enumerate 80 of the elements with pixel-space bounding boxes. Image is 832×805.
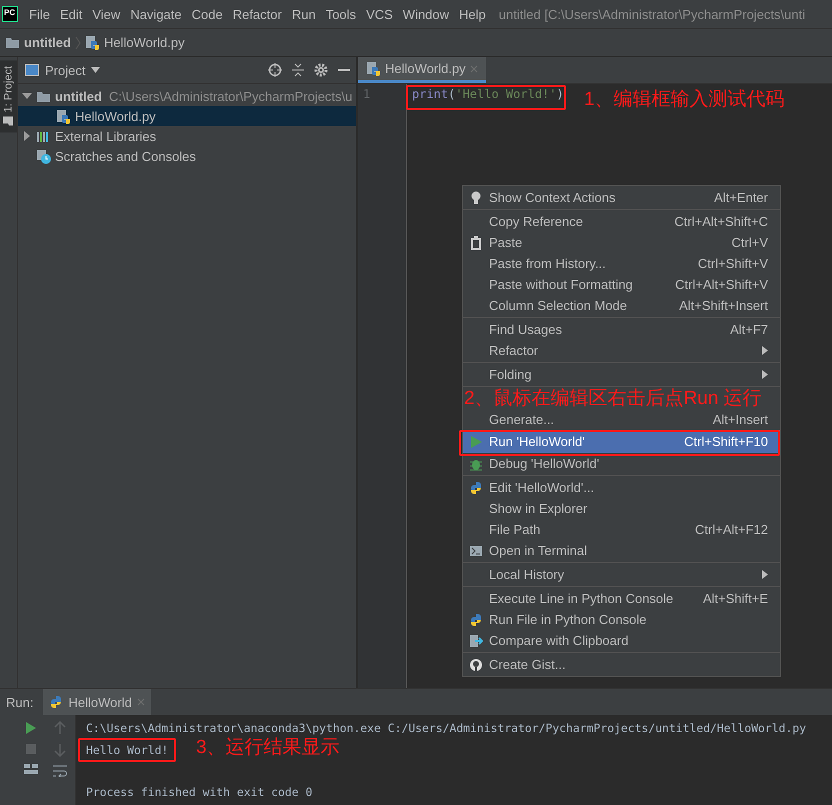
- menu-item[interactable]: Navigate: [125, 6, 187, 22]
- submenu-arrow-icon: [762, 570, 768, 579]
- layout-icon[interactable]: [24, 763, 38, 775]
- lightbulb-icon: [469, 190, 483, 204]
- scratches-icon: [36, 148, 51, 164]
- settings-icon[interactable]: [314, 63, 328, 77]
- python-icon: [469, 612, 483, 626]
- annotation: 1、编辑框输入测试代码: [584, 88, 785, 112]
- python-icon: [469, 480, 483, 494]
- python-file-icon: [56, 108, 71, 124]
- menu-item[interactable]: Paste from History... Ctrl+Shift+V: [463, 253, 780, 274]
- folder-icon: [4, 116, 14, 126]
- code-line[interactable]: print('Hello World!'): [412, 87, 564, 104]
- menu-item[interactable]: Run File in Python Console: [463, 609, 780, 630]
- menu-item[interactable]: Folding: [463, 364, 780, 385]
- console-line: C:\Users\Administrator\anaconda3\python.exe C:/Users/Administrator/PycharmProjects/untitled/HelloWorld.py: [86, 720, 806, 737]
- menu-item[interactable]: Find Usages Alt+F7: [463, 319, 780, 340]
- menu-item[interactable]: Run 'HelloWorld' Ctrl+Shift+F10: [463, 430, 780, 453]
- tree-row[interactable]: Scratches and Consoles: [18, 146, 356, 166]
- python-file-icon: [366, 61, 381, 76]
- annotation: 3、运行结果显示: [196, 736, 340, 760]
- menu-item[interactable]: VCS: [361, 6, 398, 22]
- menu-item[interactable]: Refactor: [228, 6, 287, 22]
- menu-item[interactable]: Paste Ctrl+V: [463, 232, 780, 253]
- menu-item[interactable]: Edit 'HelloWorld'...: [463, 477, 780, 498]
- python-icon: [49, 695, 64, 709]
- tool-window-tab[interactable]: 1: Project: [0, 60, 17, 132]
- menu-item[interactable]: Copy Reference Ctrl+Alt+Shift+C: [463, 211, 780, 232]
- menu-item[interactable]: Generate... Alt+Insert: [463, 409, 780, 430]
- python-file-icon: [84, 35, 100, 50]
- menu-item[interactable]: Execute Line in Python Console Alt+Shift+E: [463, 588, 780, 609]
- collapsed-arrow-icon[interactable]: [22, 131, 32, 141]
- app-logo[interactable]: PC: [2, 6, 18, 22]
- editor-tab[interactable]: HelloWorld.py: [358, 57, 486, 83]
- menu-item[interactable]: View: [87, 6, 126, 22]
- clipboard-icon: [469, 236, 483, 250]
- menu-item[interactable]: Window: [398, 6, 454, 22]
- menu-item[interactable]: Show Context Actions Alt+Enter: [463, 187, 780, 208]
- menu-item[interactable]: File: [24, 6, 55, 22]
- menu-item[interactable]: Refactor: [463, 340, 780, 361]
- annotation: 2、鼠标在编辑区右击后点Run 运行: [464, 389, 762, 409]
- run-tab[interactable]: HelloWorld: [43, 689, 151, 715]
- tree-row[interactable]: External Libraries: [18, 126, 356, 146]
- menu-item[interactable]: Local History: [463, 564, 780, 585]
- folder-icon: [5, 35, 20, 50]
- menu-item[interactable]: Open in Terminal: [463, 540, 780, 561]
- run-icon: [469, 434, 483, 448]
- crosshair-icon[interactable]: [268, 63, 282, 77]
- tree-row[interactable]: HelloWorld.py: [18, 106, 356, 126]
- chevron-icon: [74, 36, 81, 50]
- menu-item[interactable]: Tools: [320, 6, 362, 22]
- menu-item[interactable]: Code: [186, 6, 228, 22]
- compare-icon: [469, 634, 483, 648]
- menu-item[interactable]: Column Selection Mode Alt+Shift+Insert: [463, 295, 780, 316]
- menu-item[interactable]: Paste without Formatting Ctrl+Alt+Shift+V: [463, 274, 780, 295]
- terminal-icon: [469, 544, 483, 558]
- panel-title[interactable]: Project: [45, 62, 86, 78]
- submenu-arrow-icon: [762, 370, 768, 379]
- console-line: Process finished with exit code 0: [86, 784, 312, 801]
- breadcrumb-item[interactable]: untitled: [24, 35, 71, 50]
- window-title: untitled [C:\Users\Administrator\PycharmProjects\unti: [498, 6, 806, 22]
- menu-item[interactable]: Run: [286, 6, 321, 22]
- breadcrumb-item[interactable]: HelloWorld.py: [104, 35, 185, 50]
- dropdown-icon[interactable]: [91, 67, 100, 73]
- tree-row[interactable]: untitled C:\Users\Administrator\PycharmProjects\u: [18, 86, 356, 106]
- expanded-arrow-icon[interactable]: [22, 91, 32, 101]
- menu-item[interactable]: File Path Ctrl+Alt+F12: [463, 519, 780, 540]
- menu-item[interactable]: Show in Explorer: [463, 498, 780, 519]
- collapse-icon[interactable]: [292, 63, 304, 77]
- menu-item[interactable]: Debug 'HelloWorld': [463, 453, 780, 474]
- menu-item[interactable]: Help: [454, 6, 491, 22]
- console-line: Hello World!: [86, 742, 168, 759]
- submenu-arrow-icon: [762, 346, 768, 355]
- menu-item[interactable]: Edit: [54, 6, 88, 22]
- run-icon[interactable]: [25, 721, 37, 735]
- menu-item[interactable]: Compare with Clipboard: [463, 630, 780, 651]
- menu-item[interactable]: Create Gist...: [463, 654, 780, 675]
- panel-icon: [25, 64, 39, 76]
- panel-title: Run:: [6, 694, 34, 710]
- wrap-icon[interactable]: [53, 765, 67, 777]
